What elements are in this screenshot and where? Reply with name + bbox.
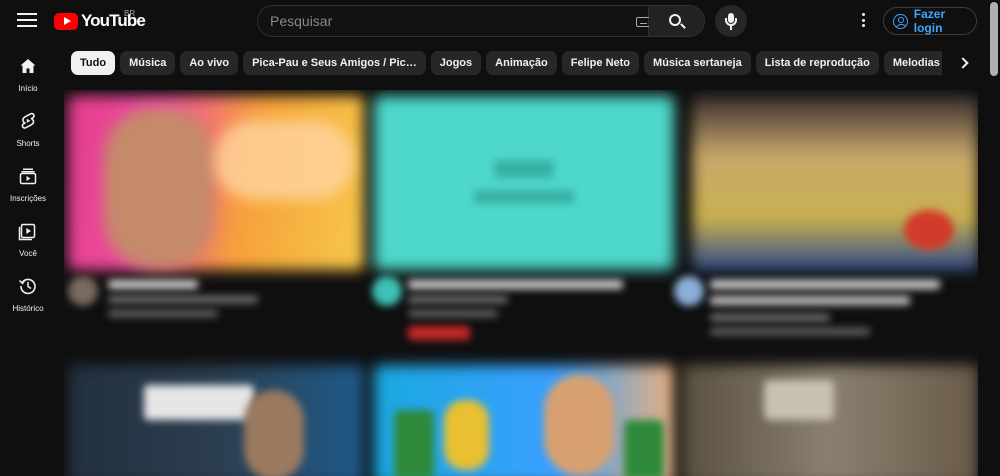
chevron-right-icon[interactable] [952,51,976,75]
shorts-icon [21,112,35,129]
video-thumbnail[interactable] [68,365,364,476]
channel-avatar[interactable] [68,276,98,306]
live-badge [408,326,470,340]
search-input[interactable] [270,6,620,36]
guide-sidebar: Início Shorts Inscrições Você Histórico [0,42,56,476]
chip-animacao[interactable]: Animação [486,51,557,75]
search-bar [257,5,705,37]
subscriptions-icon [19,168,37,185]
guide-item-label: Início [18,84,38,93]
masthead: YouTube BR Fazer login [0,0,988,42]
home-icon [20,59,36,73]
user-circle-icon [893,13,908,29]
chip-musica-sertaneja[interactable]: Música sertaneja [644,51,751,75]
guide-item-shorts[interactable]: Shorts [0,97,56,148]
menu-icon[interactable] [17,13,37,29]
chip-tudo[interactable]: Tudo [71,51,116,75]
guide-item-label: Histórico [12,304,44,313]
guide-item-home[interactable]: Início [0,42,56,93]
history-icon [18,278,36,295]
login-button[interactable]: Fazer login [883,7,977,35]
search-box [257,5,651,37]
chip-pica-pau[interactable]: Pica-Pau e Seus Amigos / Pic… [243,51,426,75]
country-code: BR [124,9,136,18]
login-label: Fazer login [913,7,946,35]
chip-melodias[interactable]: Melodias [883,51,942,75]
video-feed [64,90,978,476]
channel-avatar[interactable] [372,276,402,306]
chip-ao-vivo[interactable]: Ao vivo [180,51,239,75]
channel-avatar[interactable] [674,276,704,306]
chip-felipe-neto[interactable]: Felipe Neto [561,51,640,75]
chip-musica[interactable]: Música [120,51,176,75]
guide-item-label: Você [19,249,37,258]
guide-item-history[interactable]: Histórico [0,262,56,313]
guide-item-label: Shorts [16,139,40,148]
search-button[interactable] [649,5,705,37]
settings-menu-icon[interactable] [858,13,868,29]
scrollbar-thumb[interactable] [990,2,998,76]
voice-search-button[interactable] [715,5,747,37]
guide-item-label: Inscrições [9,194,46,203]
video-thumbnail[interactable] [374,96,674,270]
youtube-play-icon [54,12,78,30]
guide-item-subscriptions[interactable]: Inscrições [0,152,56,203]
chip-jogos[interactable]: Jogos [430,51,482,75]
you-icon [18,223,36,241]
logo-text: YouTube [81,11,146,30]
chip-bar: Tudo Música Ao vivo Pica-Pau e Seus Amigos … [71,51,942,75]
guide-item-you[interactable]: Você [0,207,56,258]
page-scrollbar[interactable] [988,0,1000,476]
chip-lista-de-reproducao[interactable]: Lista de reprodução [755,51,879,75]
